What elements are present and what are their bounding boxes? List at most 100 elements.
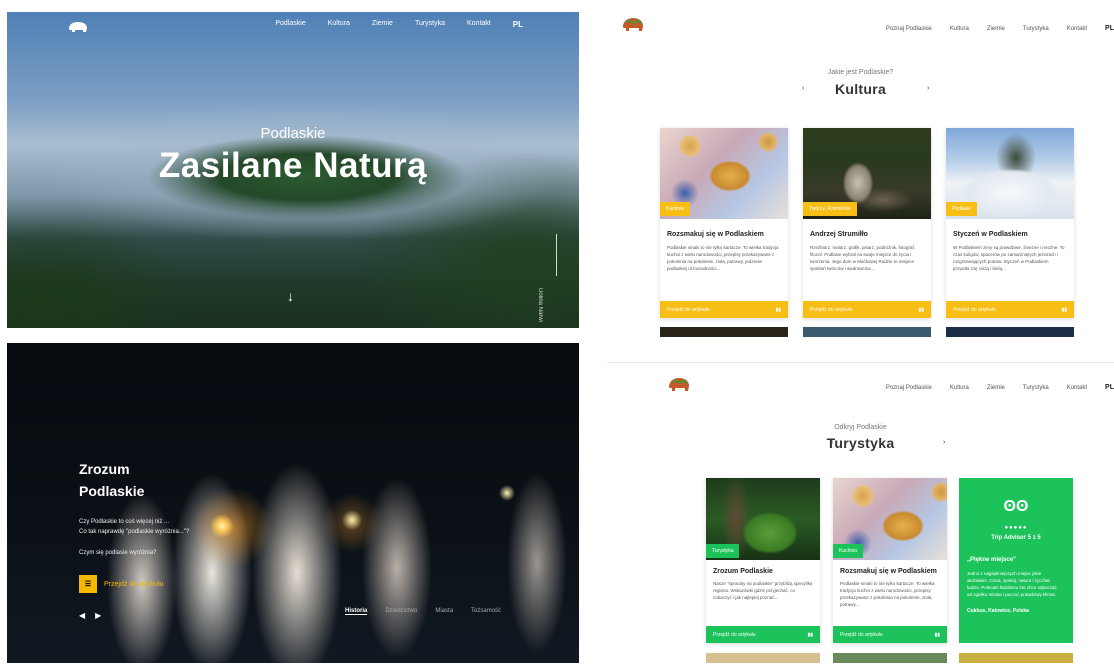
kultura-card-1[interactable]: Kuchnia Rozsmakuj się w Podlaskiem Podla… (660, 128, 788, 318)
hero-title: Zasilane Naturą (158, 146, 428, 185)
card-link-text: Przejdź do artykułu (810, 306, 853, 313)
hero-subtitle: Podlaskie (260, 125, 326, 142)
book-icon: ▮▮ (918, 306, 924, 313)
side-caption: Dolina Narwi (536, 288, 543, 323)
card-footer-link[interactable]: Przejdź do artykułu ▮▮ (803, 301, 931, 318)
tripadvisor-card[interactable]: ʘʘ ●●●●● Trip Advisor 5 z 5 „Piękne miej… (959, 478, 1073, 643)
book-icon: ▮▮ (934, 631, 940, 638)
article-panel: Zrozum Podlaskie Czy Podlaskie to coś wi… (7, 343, 579, 663)
tab-dziedzictwo[interactable]: Dziedzictwo (385, 608, 417, 615)
nav-item-kontakt[interactable]: Kontakt (467, 20, 491, 29)
card-badge: Twórcy, Rzemiosło (803, 202, 857, 216)
kultura-card-2[interactable]: Twórcy, Rzemiosło Andrzej Strumiłło Rzeź… (803, 128, 931, 318)
menu-icon: ☰ (84, 581, 92, 588)
next-card-image (706, 653, 820, 663)
kultura-card-3[interactable]: Podlasie Styczeń w Podlaskiem W Podlaski… (946, 128, 1074, 318)
article-question-3: Czym się podlasie wyróżnia? (79, 550, 157, 556)
card-badge: Turystyka (706, 544, 740, 558)
bison-color-logo-icon[interactable] (620, 15, 646, 35)
nav-item-podlaskie[interactable]: Podlaskie (275, 20, 305, 29)
review-quote: „Piękne miejsce” (967, 557, 1017, 563)
scroll-down-icon[interactable]: ↓ (287, 288, 294, 304)
card-title: Rozsmakuj się w Podlaskiem (667, 231, 764, 238)
nav-item-kultura[interactable]: Kultura (950, 26, 969, 32)
card-badge: Podlasie (946, 202, 978, 216)
nav-item-poznaj[interactable]: Poznaj Podlaskie (886, 385, 932, 391)
next-card-image (959, 653, 1073, 663)
article-title-line2: Podlaskie (79, 483, 145, 499)
article-tabs: Historia Dziedzictwo Miasta Tożsamość (345, 608, 501, 615)
language-switch[interactable]: PL (1105, 384, 1114, 391)
card-title: Rozsmakuj się w Podlaskiem (840, 568, 937, 575)
card-body: Nasze "sposoby na podlaskie" przybliżą s… (713, 581, 813, 600)
turystyka-nav: Poznaj Podlaskie Kultura Ziemie Turystyk… (886, 384, 1114, 391)
card-body: Podlaskie smaki to nie tylko kartacze. T… (840, 581, 935, 607)
tripadvisor-owl-icon: ʘʘ (1003, 498, 1029, 515)
nav-item-ziemie[interactable]: Ziemie (987, 26, 1005, 32)
review-author: Cukbus, Katowice, Polska (967, 608, 1029, 614)
tab-tozsamosc[interactable]: Tożsamość (471, 608, 501, 615)
nav-item-turystyka[interactable]: Turystyka (415, 20, 445, 29)
turystyka-title: Turystyka (826, 435, 895, 451)
chevron-left-icon[interactable]: ‹ (831, 439, 833, 446)
nav-item-poznaj[interactable]: Poznaj Podlaskie (886, 26, 932, 32)
bison-color-logo-icon[interactable] (666, 375, 692, 395)
chevron-right-icon[interactable]: › (943, 439, 945, 446)
bison-logo-icon[interactable] (67, 20, 89, 34)
turystyka-card-2[interactable]: Kuchnia Rozsmakuj się w Podlaskiem Podla… (833, 478, 947, 643)
main-nav: Podlaskie Kultura Ziemie Turystyka Konta… (275, 20, 523, 29)
article-icon-button[interactable]: ☰ (79, 575, 97, 593)
card-badge: Kuchnia (833, 544, 864, 558)
nav-item-turystyka[interactable]: Turystyka (1023, 385, 1049, 391)
language-switch[interactable]: PL (513, 20, 523, 29)
card-link-text: Przejdź do artykułu (713, 631, 756, 638)
arrow-right-icon[interactable]: ▶ (95, 611, 101, 620)
card-footer-link[interactable]: Przejdź do artykułu ▮▮ (946, 301, 1074, 318)
next-card-image (833, 653, 947, 663)
nav-item-kultura[interactable]: Kultura (328, 20, 350, 29)
card-footer-link[interactable]: Przejdź do artykułu ▮▮ (706, 626, 820, 643)
turystyka-panel: Poznaj Podlaskie Kultura Ziemie Turystyk… (607, 362, 1114, 664)
kultura-nav: Poznaj Podlaskie Kultura Ziemie Turystyk… (886, 25, 1114, 32)
card-link-text: Przejdź do artykułu (953, 306, 996, 313)
article-carousel-arrows: ◀ ▶ (79, 611, 101, 620)
article-question-2: Co tak naprawdę "podlaskie wyróżnia..."? (79, 529, 190, 535)
card-title: Andrzej Strumiłło (810, 231, 868, 238)
card-footer-link[interactable]: Przejdź do artykułu ▮▮ (833, 626, 947, 643)
kultura-subtitle: Jakie jest Podlaskie? (827, 69, 894, 76)
tab-historia[interactable]: Historia (345, 608, 368, 615)
turystyka-card-1[interactable]: Turystyka Zrozum Podlaskie Nasze "sposob… (706, 478, 820, 643)
card-link-text: Przejdź do artykułu (840, 631, 883, 638)
article-link[interactable]: Przejdź do artykułu (104, 581, 164, 588)
card-body: W Podlaskiem zimy są prawdziwe, śnieżne … (953, 245, 1065, 271)
tab-miasta[interactable]: Miasta (435, 608, 453, 615)
arrow-left-icon[interactable]: ◀ (79, 611, 85, 620)
side-divider (556, 234, 557, 276)
hero-panel: Podlaskie Kultura Ziemie Turystyka Konta… (7, 12, 579, 328)
nav-item-ziemie[interactable]: Ziemie (987, 385, 1005, 391)
card-footer-link[interactable]: Przejdź do artykułu ▮▮ (660, 301, 788, 318)
rating-stars: ●●●●● (1004, 525, 1028, 531)
chevron-left-icon[interactable]: ‹ (802, 85, 804, 92)
nav-item-turystyka[interactable]: Turystyka (1023, 26, 1049, 32)
kultura-panel: Poznaj Podlaskie Kultura Ziemie Turystyk… (607, 5, 1114, 345)
card-title: Zrozum Podlaskie (713, 568, 773, 575)
article-question-1: Czy Podlaskie to coś więcej niż ... (79, 519, 170, 525)
rating-text: Trip Advisor 5 z 5 (991, 535, 1041, 541)
chevron-right-icon[interactable]: › (927, 85, 929, 92)
card-title: Styczeń w Podlaskiem (953, 231, 1028, 238)
card-body: Rzeźbiarz, malarz, grafik, pisarz, podró… (810, 245, 916, 271)
nav-item-ziemie[interactable]: Ziemie (372, 20, 393, 29)
nav-item-kontakt[interactable]: Kontakt (1067, 385, 1087, 391)
next-card-image (946, 327, 1074, 337)
card-link-text: Przejdź do artykułu (667, 306, 710, 313)
book-icon: ▮▮ (807, 631, 813, 638)
language-switch[interactable]: PL (1105, 25, 1114, 32)
next-card-image (660, 327, 788, 337)
nav-item-kontakt[interactable]: Kontakt (1067, 26, 1087, 32)
article-title-line1: Zrozum (79, 461, 130, 477)
card-badge: Kuchnia (660, 202, 691, 216)
kultura-title: Kultura (834, 81, 887, 97)
nav-item-kultura[interactable]: Kultura (950, 385, 969, 391)
book-icon: ▮▮ (1061, 306, 1067, 313)
